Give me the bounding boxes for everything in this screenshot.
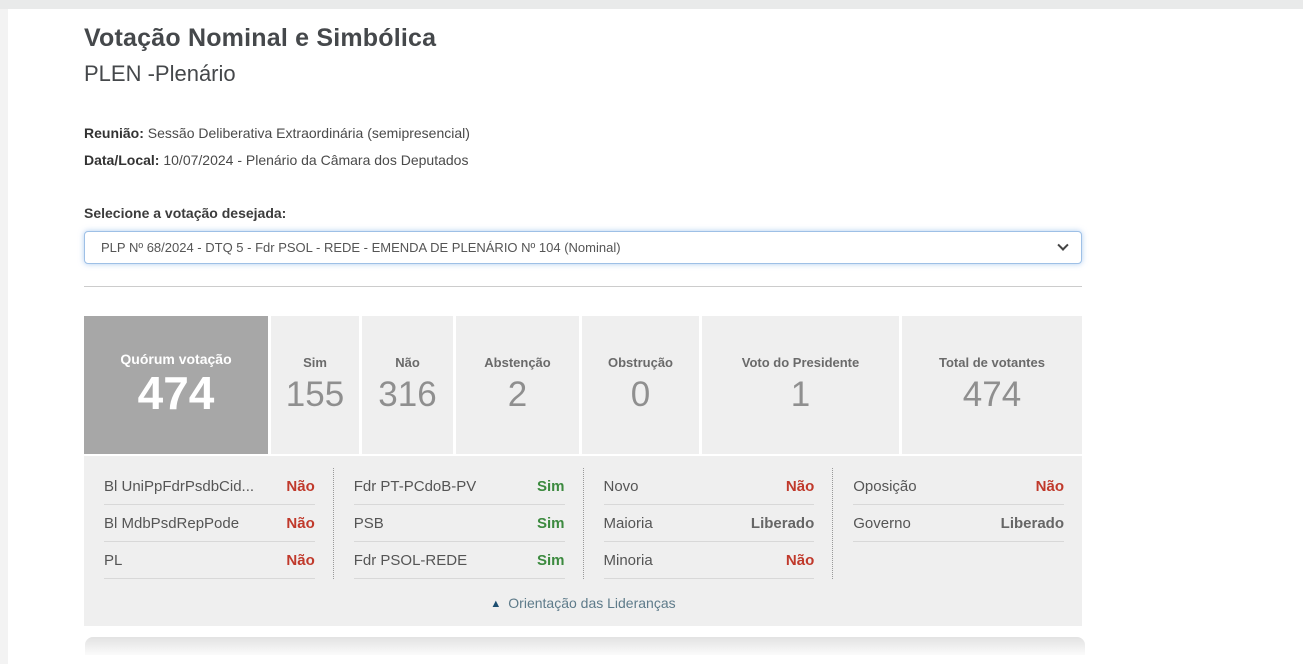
- page-left-strip: [0, 9, 8, 664]
- orientation-row: Fdr PSOL-REDE Sim: [354, 542, 565, 579]
- party-vote: Liberado: [751, 515, 814, 532]
- meeting-info: Reunião: Sessão Deliberativa Extraordiná…: [84, 120, 1082, 174]
- orientation-row: Novo Não: [604, 468, 815, 505]
- orientation-column-3: Novo Não Maioria Liberado Minoria Não: [583, 468, 833, 579]
- datelocal-line: Data/Local: 10/07/2024 - Plenário da Câm…: [84, 147, 1082, 174]
- party-vote: Não: [786, 478, 814, 495]
- vote-select[interactable]: PLP Nº 68/2024 - DTQ 5 - Fdr PSOL - REDE…: [84, 231, 1082, 264]
- summary-cell-abstencao: Abstenção 2: [453, 316, 579, 454]
- triangle-up-icon: ▲: [490, 598, 501, 610]
- party-name: Novo: [604, 478, 639, 495]
- orientation-row: PL Não: [104, 542, 315, 579]
- orientation-row: Bl UniPpFdrPsdbCid... Não: [104, 468, 315, 505]
- party-vote: Não: [1036, 478, 1064, 495]
- party-name: PL: [104, 552, 122, 569]
- party-name: PSB: [354, 515, 384, 532]
- orientation-row: Oposição Não: [853, 468, 1064, 505]
- summary-cell-obstrucao: Obstrução 0: [579, 316, 699, 454]
- orientation-column-2: Fdr PT-PCdoB-PV Sim PSB Sim Fdr PSOL-RED…: [333, 468, 583, 579]
- orientation-row: Minoria Não: [604, 542, 815, 579]
- orientation-panel: Bl UniPpFdrPsdbCid... Não Bl MdbPsdRepPo…: [84, 456, 1082, 626]
- summary-cell-sim: Sim 155: [268, 316, 359, 454]
- summary-cell-nao: Não 316: [359, 316, 453, 454]
- party-name: Minoria: [604, 552, 653, 569]
- summary-value: 0: [631, 375, 650, 415]
- party-name: Fdr PT-PCdoB-PV: [354, 478, 477, 495]
- datelocal-label: Data/Local:: [84, 152, 159, 168]
- party-vote: Sim: [537, 478, 565, 495]
- vote-select-label: Selecione a votação desejada:: [84, 205, 1082, 224]
- orientation-toggle-label: Orientação das Lideranças: [508, 595, 675, 611]
- summary-label: Não: [395, 355, 420, 370]
- next-section-edge: [85, 637, 1085, 655]
- party-name: Maioria: [604, 515, 653, 532]
- party-vote: Não: [786, 552, 814, 569]
- orientation-row-empty: [853, 542, 1064, 579]
- meeting-label: Reunião:: [84, 125, 144, 141]
- meeting-line: Reunião: Sessão Deliberativa Extraordiná…: [84, 120, 1082, 147]
- party-vote: Liberado: [1001, 515, 1064, 532]
- orientation-columns: Bl UniPpFdrPsdbCid... Não Bl MdbPsdRepPo…: [84, 468, 1082, 579]
- chevron-down-icon: [1057, 239, 1068, 250]
- quorum-value: 474: [138, 367, 215, 420]
- summary-label: Obstrução: [608, 355, 673, 370]
- orientation-row: PSB Sim: [354, 505, 565, 542]
- party-vote: Sim: [537, 552, 565, 569]
- summary-cell-voto-presidente: Voto do Presidente 1: [699, 316, 899, 454]
- summary-value: 2: [508, 375, 527, 415]
- summary-label: Sim: [303, 355, 327, 370]
- datelocal-value: 10/07/2024 - Plenário da Câmara dos Depu…: [159, 152, 468, 168]
- page-subtitle: PLEN -Plenário: [84, 61, 1082, 87]
- party-vote: Não: [286, 478, 314, 495]
- vote-summary-strip: Quórum votação 474 Sim 155 Não 316 Abste…: [84, 316, 1082, 454]
- section-divider: [84, 286, 1082, 287]
- orientation-row: Bl MdbPsdRepPode Não: [104, 505, 315, 542]
- orientation-row: Governo Liberado: [853, 505, 1064, 542]
- party-name: Bl MdbPsdRepPode: [104, 515, 239, 532]
- summary-label: Abstenção: [484, 355, 550, 370]
- summary-value: 155: [286, 375, 344, 415]
- page-top-strip: [0, 0, 1303, 9]
- vote-select-value: PLP Nº 68/2024 - DTQ 5 - Fdr PSOL - REDE…: [101, 240, 621, 255]
- quorum-label: Quórum votação: [120, 351, 231, 367]
- party-name: Governo: [853, 515, 911, 532]
- party-vote: Não: [286, 552, 314, 569]
- party-name: Fdr PSOL-REDE: [354, 552, 467, 569]
- summary-value: 1: [791, 375, 810, 415]
- orientation-toggle-link[interactable]: ▲ Orientação das Lideranças: [84, 595, 1082, 611]
- quorum-box: Quórum votação 474: [84, 316, 268, 454]
- party-name: Oposição: [853, 478, 916, 495]
- orientation-column-1: Bl UniPpFdrPsdbCid... Não Bl MdbPsdRepPo…: [84, 468, 333, 579]
- meeting-value: Sessão Deliberativa Extraordinária (semi…: [144, 125, 470, 141]
- summary-value: 316: [378, 375, 436, 415]
- orientation-row: Maioria Liberado: [604, 505, 815, 542]
- summary-label: Total de votantes: [939, 355, 1045, 370]
- party-vote: Não: [286, 515, 314, 532]
- page-title: Votação Nominal e Simbólica: [84, 24, 1082, 53]
- summary-label: Voto do Presidente: [742, 355, 860, 370]
- main-content: Votação Nominal e Simbólica PLEN -Plenár…: [84, 9, 1082, 626]
- party-vote: Sim: [537, 515, 565, 532]
- summary-value: 474: [963, 375, 1021, 415]
- orientation-row: Fdr PT-PCdoB-PV Sim: [354, 468, 565, 505]
- summary-cell-total-votantes: Total de votantes 474: [899, 316, 1082, 454]
- party-name: Bl UniPpFdrPsdbCid...: [104, 478, 254, 495]
- orientation-column-4: Oposição Não Governo Liberado: [832, 468, 1082, 579]
